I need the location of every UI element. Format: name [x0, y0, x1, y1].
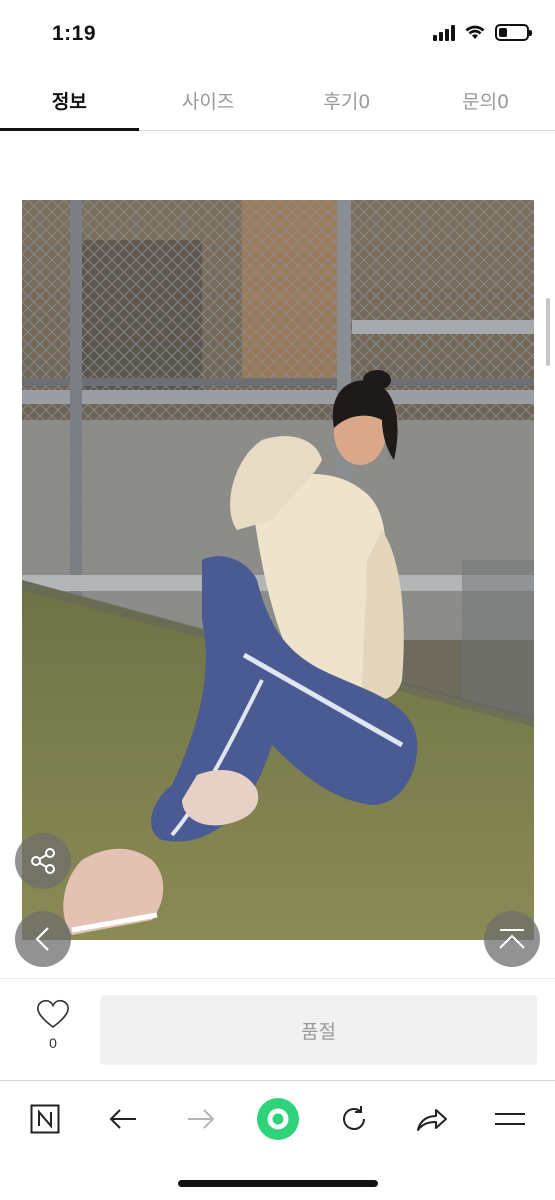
- scroll-top-button[interactable]: [484, 911, 540, 967]
- forward-button[interactable]: [179, 1097, 223, 1141]
- back-button[interactable]: [101, 1097, 145, 1141]
- scroll-to-top-icon: [499, 929, 525, 949]
- chevron-left-icon: [35, 927, 49, 951]
- back-arrow-icon: [109, 1109, 136, 1129]
- naver-icon: [30, 1104, 60, 1134]
- tab-inquiry[interactable]: 문의0: [416, 70, 555, 130]
- tab-info[interactable]: 정보: [0, 70, 139, 131]
- wishlist-count: 0: [49, 1035, 57, 1051]
- tab-size[interactable]: 사이즈: [139, 70, 278, 130]
- home-indicator[interactable]: [178, 1180, 378, 1187]
- naver-home-button[interactable]: [23, 1097, 67, 1141]
- product-tabs: 정보 사이즈 후기0 문의0: [0, 70, 555, 131]
- menu-icon: [495, 1113, 525, 1125]
- purchase-bar: 0 품절: [0, 978, 555, 1080]
- heart-icon: [37, 999, 69, 1029]
- refresh-icon: [343, 1106, 365, 1130]
- scroll-indicator[interactable]: [546, 298, 550, 366]
- product-photo-illustration: [22, 200, 534, 940]
- share-nodes-icon: [31, 848, 55, 874]
- wishlist-button[interactable]: 0: [30, 999, 76, 1051]
- forward-arrow-icon: [188, 1109, 215, 1129]
- signal-icon: [433, 24, 455, 41]
- refresh-button[interactable]: [332, 1097, 376, 1141]
- share-page-button[interactable]: [410, 1097, 454, 1141]
- green-circle-icon: [257, 1098, 299, 1140]
- battery-icon: [495, 24, 532, 41]
- wifi-icon: [465, 25, 485, 39]
- status-time: 1:19: [52, 22, 97, 45]
- battery-level: [499, 28, 507, 37]
- menu-button[interactable]: [488, 1097, 532, 1141]
- status-icons: [433, 24, 532, 41]
- green-dot-button[interactable]: [255, 1096, 301, 1142]
- previous-button[interactable]: [15, 911, 71, 967]
- share-icon: [417, 1109, 447, 1131]
- soldout-button[interactable]: 품절: [100, 995, 537, 1065]
- tab-reviews[interactable]: 후기0: [278, 70, 417, 130]
- share-button[interactable]: [15, 833, 71, 889]
- status-bar: 1:19: [0, 0, 555, 70]
- product-photo: [22, 200, 534, 940]
